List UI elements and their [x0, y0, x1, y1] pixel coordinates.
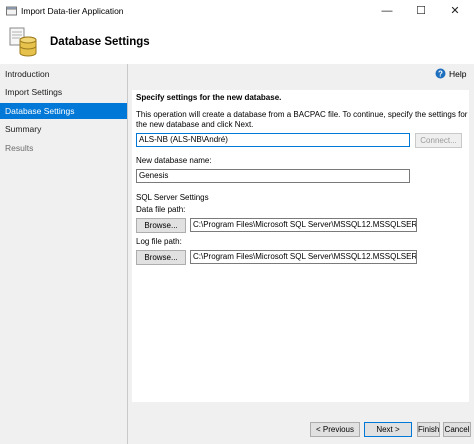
page-header: Database Settings: [0, 22, 474, 65]
svg-text:?: ?: [438, 70, 443, 79]
log-file-path-label: Log file path:: [136, 237, 182, 246]
cancel-button[interactable]: Cancel: [443, 422, 471, 437]
main-panel: ? Help Specify settings for the new data…: [128, 64, 474, 444]
content-area: Specify settings for the new database. T…: [132, 90, 469, 402]
database-wizard-icon: [8, 26, 40, 60]
connect-button: Connect...: [415, 133, 462, 148]
sql-server-settings-label: SQL Server Settings: [136, 193, 209, 202]
sidebar-item-results: Results: [5, 143, 34, 153]
help-icon: ?: [435, 68, 446, 79]
sidebar-item-introduction[interactable]: Introduction: [0, 66, 127, 82]
settings-heading: Specify settings for the new database.: [136, 93, 282, 102]
description-line-2: the new database and click Next.: [136, 120, 254, 129]
log-browse-button[interactable]: Browse...: [136, 250, 186, 265]
sidebar-item-database-settings[interactable]: Database Settings: [0, 103, 127, 119]
help-label: Help: [449, 69, 467, 79]
wizard-sidebar: Introduction Import Settings Database Se…: [0, 64, 128, 444]
close-button[interactable]: ✕: [438, 0, 472, 22]
minimize-button[interactable]: —: [370, 0, 404, 22]
data-browse-button[interactable]: Browse...: [136, 218, 186, 233]
data-file-path-label: Data file path:: [136, 205, 186, 214]
window-title: Import Data-tier Application: [21, 6, 124, 16]
data-file-path-input[interactable]: C:\Program Files\Microsoft SQL Server\MS…: [190, 218, 417, 232]
next-button[interactable]: Next >: [364, 422, 412, 437]
title-bar: Import Data-tier Application — ☐ ✕: [0, 0, 474, 23]
database-name-input[interactable]: Genesis: [136, 169, 410, 183]
page-title: Database Settings: [50, 36, 150, 48]
log-file-path-input[interactable]: C:\Program Files\Microsoft SQL Server\MS…: [190, 250, 417, 264]
sidebar-item-summary[interactable]: Summary: [0, 121, 127, 137]
maximize-button[interactable]: ☐: [404, 0, 438, 22]
app-icon: [6, 6, 17, 16]
previous-button[interactable]: < Previous: [310, 422, 360, 437]
sidebar-item-import-settings[interactable]: Import Settings: [0, 84, 127, 100]
finish-button[interactable]: Finish: [417, 422, 440, 437]
description-line-1: This operation will create a database fr…: [136, 110, 468, 119]
server-connection-field[interactable]: ALS-NB (ALS-NB\André): [136, 133, 410, 147]
db-name-label: New database name:: [136, 156, 212, 165]
